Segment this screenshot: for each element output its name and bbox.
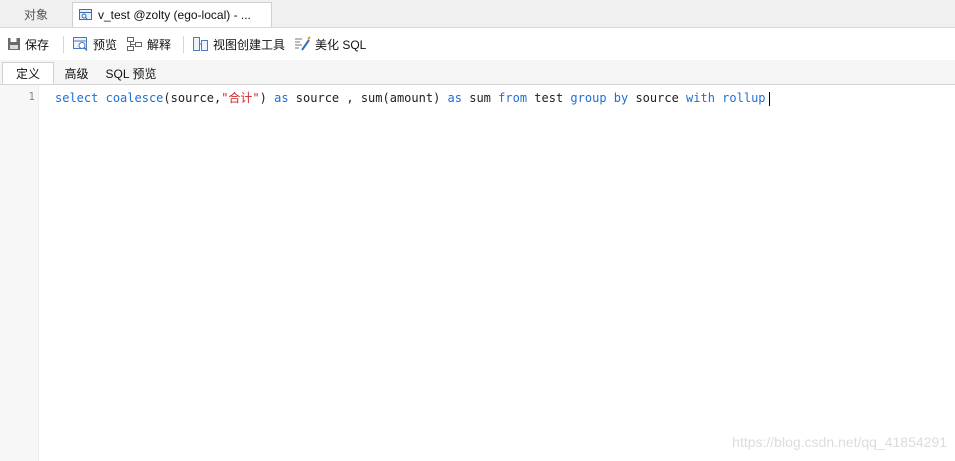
explain-icon: [127, 37, 142, 51]
code-token: test: [534, 91, 564, 105]
watermark: https://blog.csdn.net/qq_41854291: [732, 434, 947, 450]
tab-objects-label: 对象: [23, 8, 48, 22]
preview-button[interactable]: 预览: [73, 35, 117, 53]
toolbar-divider: [63, 36, 64, 53]
function-token: coalesce: [105, 91, 164, 105]
line-number-gutter: 1: [0, 85, 39, 461]
tab-sql-preview-label: SQL 预览: [105, 66, 157, 81]
sql-editor[interactable]: 1 select coalesce(source,"合计") as source…: [0, 85, 955, 461]
tab-view-editor[interactable]: v_test @zolty (ego-local) - ...: [72, 2, 272, 27]
keyword-token: with rollup: [686, 91, 766, 105]
keyword-token: as: [447, 91, 462, 105]
code-token: ): [259, 91, 267, 105]
document-tab-bar: 对象 v_test @zolty (ego-local) - ...: [0, 0, 955, 28]
code-token: source , sum(amount): [295, 91, 441, 105]
tab-advanced[interactable]: 高级: [54, 62, 99, 84]
tab-view-editor-label: v_test @zolty (ego-local) - ...: [98, 8, 251, 22]
toolbar-divider: [183, 36, 184, 53]
preview-label: 预览: [93, 37, 118, 52]
view-builder-label: 视图创建工具: [213, 37, 286, 52]
code-token: sum: [469, 91, 491, 105]
tab-definition-label: 定义: [15, 66, 40, 81]
tab-sql-preview[interactable]: SQL 预览: [100, 62, 162, 84]
code-line[interactable]: select coalesce(source,"合计") as source ,…: [55, 89, 770, 106]
string-token: "合计": [221, 91, 260, 105]
tab-advanced-label: 高级: [64, 66, 89, 81]
preview-icon: [73, 37, 88, 51]
explain-button[interactable]: 解释: [127, 35, 171, 53]
keyword-token: select: [55, 91, 99, 105]
save-icon: [8, 38, 20, 50]
view-builder-button[interactable]: 视图创建工具: [193, 35, 285, 53]
keyword-token: as: [274, 91, 289, 105]
tab-objects[interactable]: 对象: [0, 2, 72, 27]
explain-label: 解释: [147, 37, 172, 52]
view-builder-icon: [193, 37, 208, 51]
beautify-sql-button[interactable]: 美化 SQL: [294, 35, 366, 53]
line-number: 1: [28, 90, 35, 103]
editor-sub-tab-bar: 定义 高级 SQL 预览: [0, 60, 955, 85]
text-caret: [768, 91, 770, 106]
view-icon: [79, 9, 92, 21]
save-button[interactable]: 保存: [7, 35, 49, 53]
beautify-label: 美化 SQL: [315, 37, 367, 52]
code-token: (source,: [163, 91, 222, 105]
keyword-token: group by: [570, 91, 629, 105]
beautify-icon: [295, 36, 311, 51]
toolbar: 保存 预览 解释 视图创建工具 美化 SQL: [0, 28, 955, 60]
tab-definition[interactable]: 定义: [2, 62, 54, 84]
keyword-token: from: [498, 91, 528, 105]
save-label: 保存: [25, 37, 50, 52]
code-token: source: [635, 91, 679, 105]
